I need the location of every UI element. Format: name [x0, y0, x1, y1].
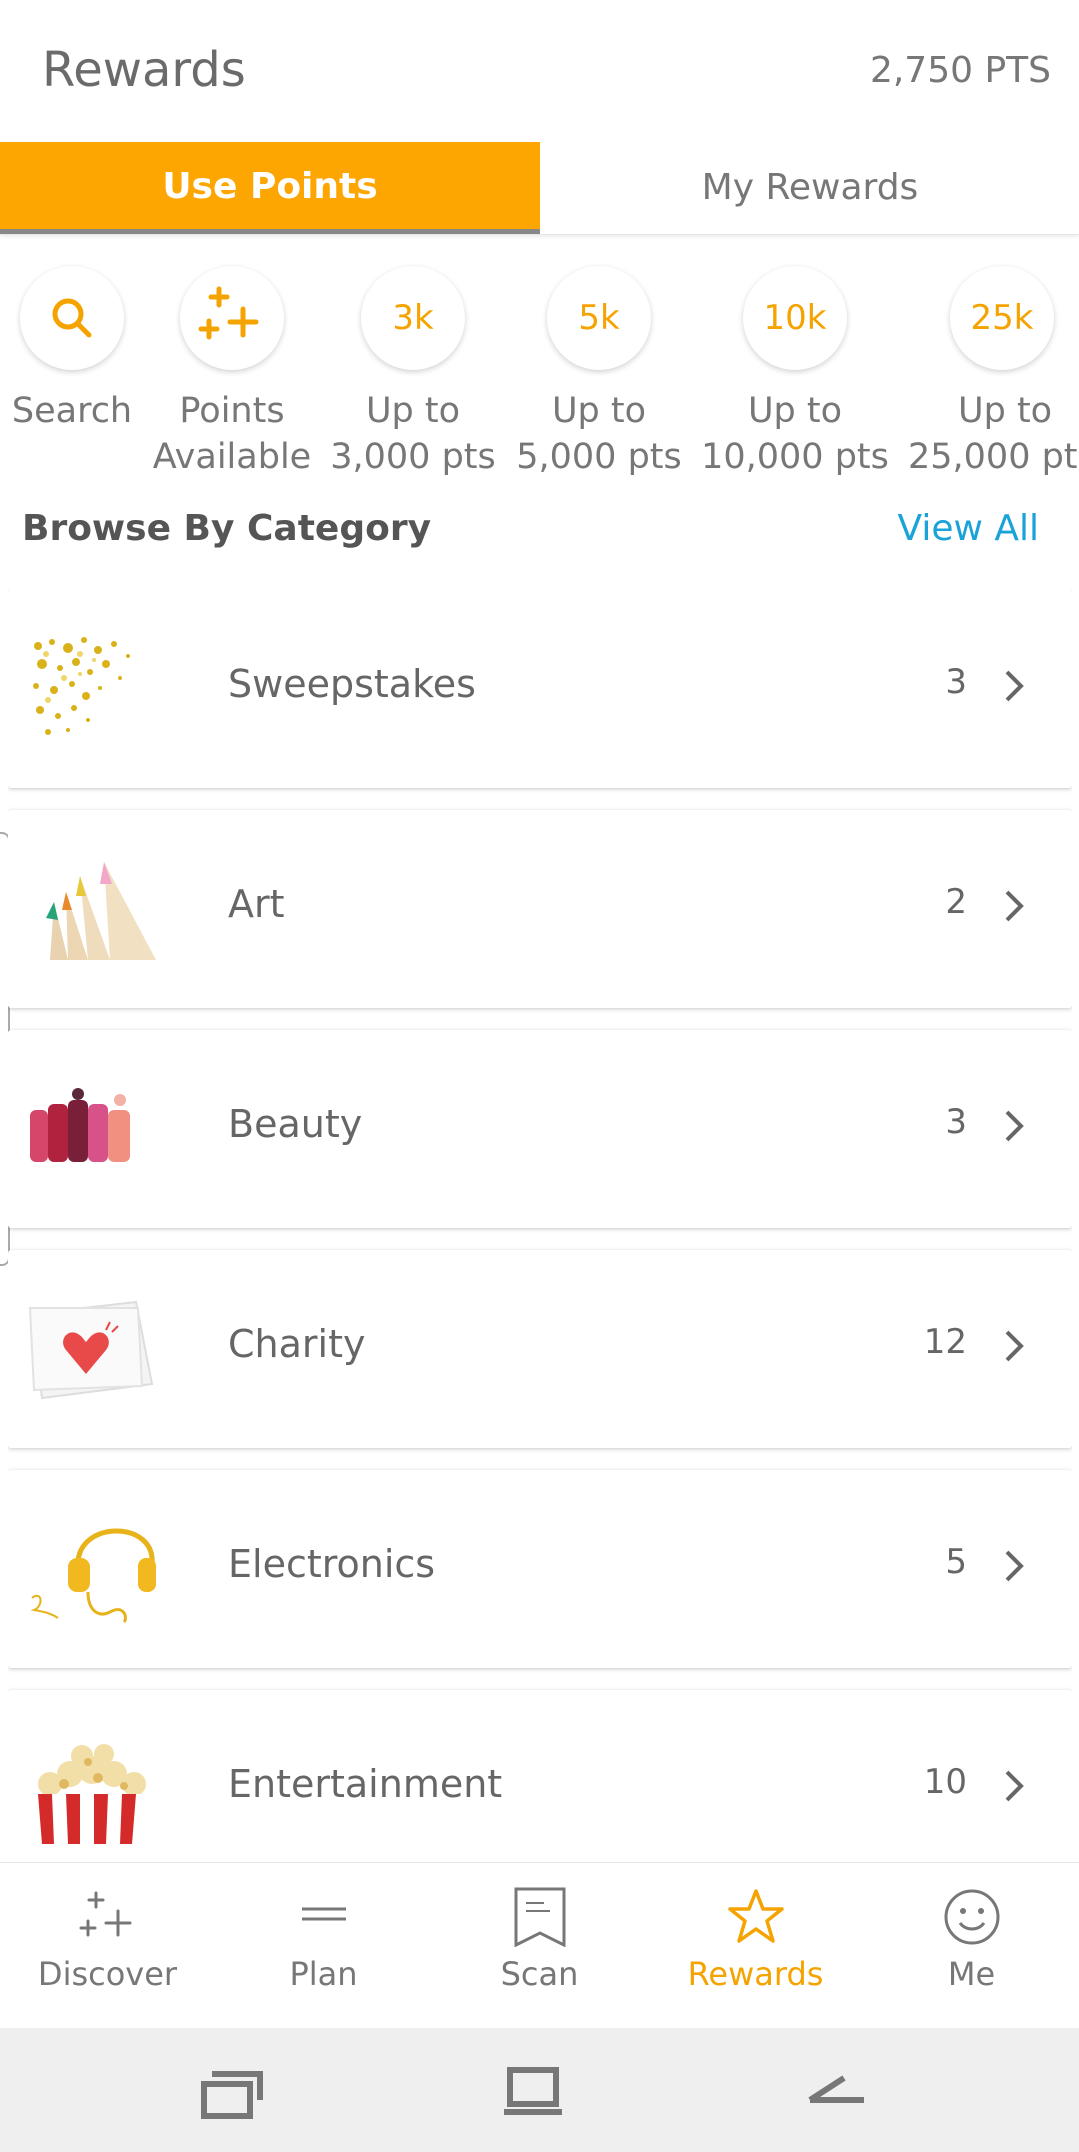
- category-count: 2: [945, 882, 967, 922]
- category-count: 5: [945, 1542, 967, 1582]
- category-row-art[interactable]: Art 2: [8, 810, 1072, 1008]
- filter-up-to-5000[interactable]: 5k Up to 5,000 pts: [516, 260, 682, 480]
- nav-label: Me: [947, 1955, 996, 1993]
- home-icon[interactable]: [500, 2064, 570, 2120]
- filter-circle-10k: 10k: [743, 266, 847, 370]
- receipt-icon: [514, 1887, 566, 1947]
- nav-label: Rewards: [687, 1955, 824, 1993]
- filter-up-to-10000[interactable]: 10k Up to 10,000 pts: [700, 260, 890, 480]
- filter-label-line2: 10,000 pts: [701, 437, 889, 477]
- filter-label-line1: Up to: [747, 391, 843, 431]
- smiley-icon: [944, 1889, 1000, 1945]
- points-filter-row: Search Points Available 3k Up to 3,000 p…: [0, 260, 1079, 490]
- filter-label: Up to 5,000 pts: [516, 388, 682, 480]
- view-all-link[interactable]: View All: [897, 508, 1039, 549]
- filter-search[interactable]: Search: [0, 260, 144, 434]
- category-row-sweepstakes[interactable]: Sweepstakes 3: [8, 590, 1072, 788]
- category-row-entertainment[interactable]: Entertainment 10: [8, 1690, 1072, 1844]
- recent-apps-icon[interactable]: [198, 2064, 268, 2120]
- chevron-right-icon: [1005, 1550, 1024, 1582]
- system-navigation-bar: [0, 2028, 1079, 2152]
- filter-label-line2: 25,000 pt: [908, 437, 1078, 477]
- filter-label-line2: Available: [152, 437, 312, 477]
- nav-plan[interactable]: Plan: [216, 1863, 431, 2029]
- star-icon: [728, 1889, 784, 1943]
- nav-scan[interactable]: Scan: [432, 1863, 647, 2029]
- confetti-image: [33, 637, 130, 735]
- filter-label-line1: Up to: [551, 391, 647, 431]
- filter-label-line1: Points: [179, 391, 285, 431]
- nav-discover[interactable]: Discover: [0, 1863, 215, 2029]
- category-count: 3: [945, 662, 967, 702]
- filter-label-line1: Up to: [365, 391, 461, 431]
- category-list: Sweepstakes 3 Art 2 Beauty 3 Charity 12 …: [8, 590, 1072, 1844]
- filter-label-line2: 5,000 pts: [516, 437, 682, 477]
- category-count: 3: [945, 1102, 967, 1142]
- nav-label: Scan: [500, 1955, 579, 1993]
- back-icon[interactable]: [804, 2064, 874, 2120]
- sparkle-plus-icon: [198, 286, 259, 340]
- filter-circle-3k: 3k: [361, 266, 465, 370]
- filter-circle-25k: 25k: [950, 266, 1054, 370]
- colored-pencils-image: [46, 862, 156, 960]
- filter-circle: [20, 266, 124, 370]
- heart-card-image: [28, 1300, 154, 1400]
- chevron-right-icon: [1005, 890, 1024, 922]
- category-count: 10: [923, 1762, 967, 1802]
- chevron-right-icon: [1005, 1770, 1024, 1802]
- filter-up-to-25000[interactable]: 25k Up to 25,000 pt: [908, 260, 1079, 480]
- tab-bar: Use Points My Rewards: [0, 142, 1079, 235]
- filter-points-available[interactable]: Points Available: [150, 260, 314, 480]
- headphones-image: [30, 1528, 156, 1624]
- tab-my-rewards[interactable]: My Rewards: [540, 142, 1079, 234]
- search-icon: [52, 298, 92, 338]
- chevron-right-icon: [1005, 670, 1024, 702]
- popcorn-image: [34, 1744, 150, 1844]
- nav-me[interactable]: Me: [864, 1863, 1079, 2029]
- nav-label: Discover: [37, 1955, 178, 1993]
- filter-label: Up to 3,000 pts: [330, 388, 496, 480]
- category-name: Art: [228, 882, 285, 926]
- category-name: Electronics: [228, 1542, 436, 1586]
- browse-by-category-heading: Browse By Category: [22, 508, 432, 549]
- category-count: 12: [923, 1322, 967, 1362]
- category-name: Sweepstakes: [228, 662, 476, 706]
- bottom-navigation: Discover Plan Scan Rewards Me: [0, 1862, 1079, 2029]
- filter-label-line2: 3,000 pts: [330, 437, 496, 477]
- filter-label-line1: Up to: [958, 391, 1053, 431]
- category-row-electronics[interactable]: Electronics 5: [8, 1470, 1072, 1668]
- filter-label: Up to 10,000 pts: [700, 388, 890, 480]
- tab-use-points[interactable]: Use Points: [0, 142, 540, 234]
- filter-label: Points Available: [150, 388, 314, 480]
- category-name: Entertainment: [228, 1762, 503, 1806]
- category-row-charity[interactable]: Charity 12: [8, 1250, 1072, 1448]
- filter-label: Search: [11, 391, 133, 431]
- nav-rewards[interactable]: Rewards: [648, 1863, 863, 2029]
- filter-up-to-3000[interactable]: 3k Up to 3,000 pts: [330, 260, 496, 480]
- chevron-right-icon: [1005, 1330, 1024, 1362]
- filter-label: Up to 25,000 pt: [908, 388, 1079, 480]
- category-name: Charity: [228, 1322, 366, 1366]
- category-row-beauty[interactable]: Beauty 3: [8, 1030, 1072, 1228]
- points-balance: 2,750 PTS: [869, 50, 1051, 91]
- filter-circle-5k: 5k: [547, 266, 651, 370]
- filter-circle: [180, 266, 284, 370]
- category-name: Beauty: [228, 1102, 363, 1146]
- list-lines-icon: [302, 1907, 346, 1921]
- lipsticks-image: [30, 1088, 130, 1162]
- chevron-right-icon: [1005, 1110, 1024, 1142]
- page-title: Rewards: [42, 42, 246, 98]
- app-header: Rewards 2,750 PTS: [0, 0, 1079, 142]
- sparkle-plus-icon: [79, 1891, 132, 1937]
- nav-label: Plan: [289, 1955, 358, 1993]
